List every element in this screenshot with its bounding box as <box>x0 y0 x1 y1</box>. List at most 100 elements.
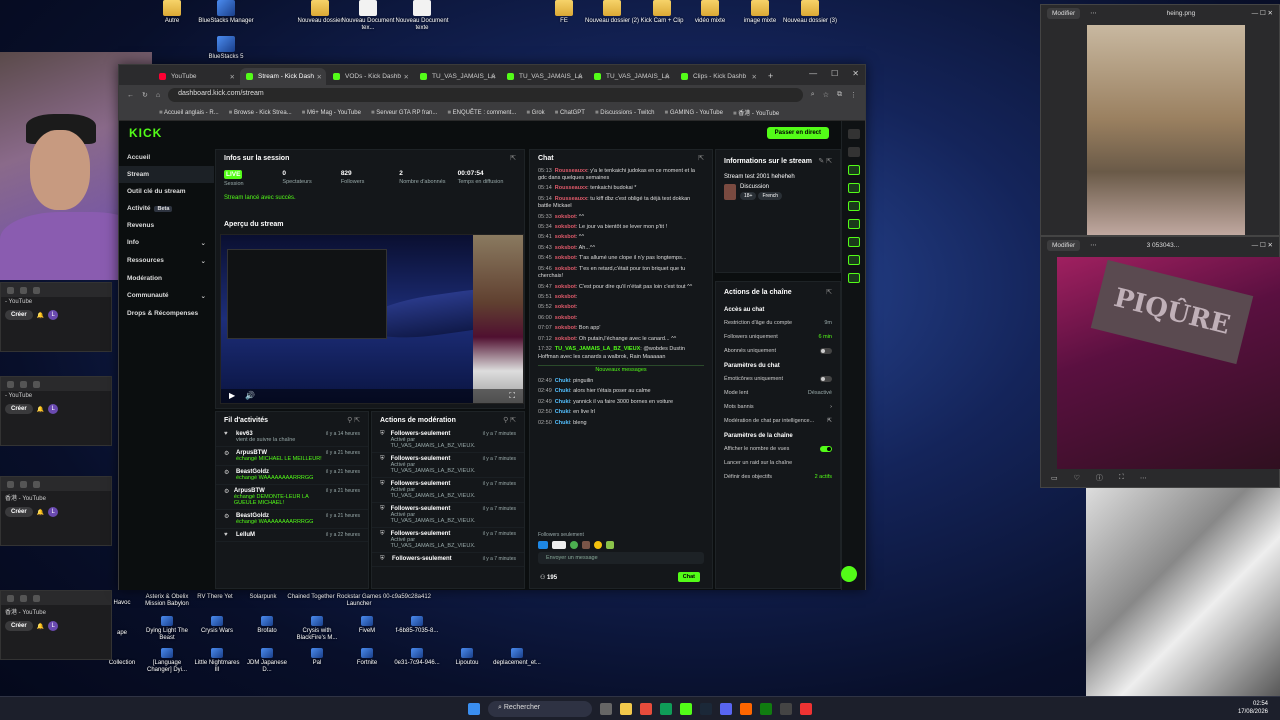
bookmark-item[interactable]: Serveur GTA RP fran... <box>371 110 437 116</box>
sidebar-item[interactable]: Accueil <box>119 149 214 166</box>
kick-logo[interactable]: KICK <box>129 126 162 140</box>
chat-username[interactable]: soksbot <box>555 315 576 321</box>
clip-icon[interactable] <box>847 255 860 265</box>
toggle-switch[interactable] <box>820 376 832 382</box>
more-icon[interactable]: ⋯ <box>1140 474 1147 482</box>
toggle-switch[interactable] <box>820 446 832 452</box>
chat-username[interactable]: Chuki <box>555 420 570 426</box>
setting-row[interactable]: Mode lent Désactivé <box>716 386 840 400</box>
browser-tab[interactable]: VODs - Kick Dashb ✕ <box>327 68 413 85</box>
grid-icon[interactable] <box>7 480 14 488</box>
desktop-icon[interactable]: JDM Japanese D... <box>242 648 292 674</box>
pen-icon[interactable] <box>847 147 860 157</box>
tools-icon[interactable] <box>847 273 860 283</box>
browser-tab[interactable]: Clips - Kick Dashb ✕ <box>675 68 761 85</box>
bookmark-item[interactable]: GAMING - YouTube <box>665 110 723 116</box>
settings-icon[interactable] <box>847 129 860 139</box>
chat-message[interactable]: 05:47 soksbot: C'est pour dire qu'il n'ét… <box>530 282 712 292</box>
browser-tab[interactable]: TU_VAS_JAMAIS_LA ✕ <box>414 68 500 85</box>
lightning-icon[interactable] <box>847 183 860 193</box>
desktop-icon[interactable]: Nouveau dossier (3) <box>780 0 840 25</box>
desktop-icon[interactable]: Solarpunk <box>238 594 288 601</box>
new-tab-button[interactable]: + <box>768 71 773 81</box>
chat-username[interactable]: Rousseauxx <box>555 196 587 202</box>
sidebar-item[interactable]: Info ⌄ <box>119 234 214 252</box>
window-controls-icon[interactable]: — ☐ ✕ <box>1252 241 1273 249</box>
chat-message[interactable]: 06:00 soksbot: <box>530 313 712 323</box>
system-clock[interactable]: 02:54 17/08/2026 <box>1238 701 1268 717</box>
bell-icon[interactable]: 🔔 <box>37 312 44 319</box>
desktop-icon[interactable]: Collection <box>100 660 144 667</box>
mini-tab-title[interactable]: - YouTube <box>1 391 111 401</box>
desktop-icon[interactable]: Nouveau Document tex... <box>338 0 398 32</box>
chat-message[interactable]: 02:50 Chuki: bleng <box>530 418 712 428</box>
settings-icon[interactable] <box>20 594 27 602</box>
heart-icon[interactable]: ♡ <box>1074 474 1080 482</box>
extensions-icon[interactable]: ⧉ <box>837 91 842 99</box>
setting-row[interactable]: Définir des objectifs 2 actifs <box>716 470 840 484</box>
chat-username[interactable]: soksbot <box>555 214 576 220</box>
desktop-icon[interactable]: f-6b85-7035-8... <box>392 616 442 635</box>
sidebar-item[interactable]: Stream <box>119 166 214 183</box>
avatar[interactable]: L <box>48 404 59 414</box>
create-button[interactable]: Créer <box>5 310 33 320</box>
bookmark-star-icon[interactable]: ☆ <box>823 91 829 99</box>
setting-row[interactable]: Afficher le nombre de vues <box>716 442 840 456</box>
chat-username[interactable]: TU_VAS_JAMAIS_LA_BZ_VIEUX <box>555 346 640 352</box>
windows-start-icon[interactable] <box>468 702 480 715</box>
create-button[interactable]: Créer <box>5 507 33 517</box>
desktop-icon[interactable]: Crysis with BlackFire's M... <box>292 616 342 642</box>
settings-icon[interactable] <box>20 480 27 488</box>
setting-row[interactable]: Lancer un raid sur la chaîne <box>716 456 840 470</box>
obs-icon[interactable] <box>740 702 752 715</box>
chat-bubble-icon[interactable] <box>847 219 860 229</box>
kick-icon[interactable] <box>680 702 692 715</box>
popout-icon[interactable]: ⇱ <box>698 154 704 162</box>
reload-icon[interactable]: ↻ <box>142 91 148 99</box>
bell-icon[interactable]: 🔔 <box>37 406 44 413</box>
screen-icon[interactable]: ▭ <box>1051 474 1058 482</box>
chat-message[interactable]: 17:32 TU_VAS_JAMAIS_LA_BZ_VIEUX: @wobdes … <box>530 345 712 363</box>
url-field[interactable]: dashboard.kick.com/stream <box>168 88 803 102</box>
taskview-icon[interactable] <box>600 702 612 715</box>
setting-row[interactable]: Émoticônes uniquement <box>716 372 840 386</box>
menu-icon[interactable]: ⋮ <box>850 91 857 99</box>
desktop-icon[interactable]: Rockstar Games Launcher <box>334 594 384 608</box>
chat-username[interactable]: Chuki <box>555 388 570 394</box>
close-tab-icon[interactable]: ✕ <box>230 73 235 81</box>
chat-username[interactable]: soksbot <box>555 284 576 290</box>
avatar[interactable]: L <box>48 310 59 320</box>
chat-username[interactable]: soksbot <box>555 234 576 240</box>
external-link-icon[interactable]: ⇱ <box>826 288 832 296</box>
browser-tab[interactable]: Stream - Kick Dash ✕ <box>240 68 326 85</box>
zoom-icon[interactable]: ⌕ <box>811 91 815 99</box>
create-button[interactable]: Créer <box>5 404 33 414</box>
close-tab-icon[interactable]: ✕ <box>752 73 757 81</box>
play-icon[interactable]: ▶ <box>229 391 235 400</box>
chevron-down-icon[interactable]: ⌄ <box>201 292 206 300</box>
mini-tab-title[interactable]: 香港 - YouTube <box>1 491 111 504</box>
list-icon[interactable] <box>847 201 860 211</box>
edit-icon[interactable]: ✎ ⇱ <box>818 157 832 165</box>
desktop-icon[interactable]: deplacement_et... <box>492 648 542 667</box>
chat-username[interactable]: soksbot <box>555 255 576 261</box>
chat-message[interactable]: 02:49 Chuki: alors hier t'étais poser au … <box>530 387 712 397</box>
desktop-icon[interactable]: [Language Changer] Dyi... <box>142 648 192 674</box>
steam-icon[interactable] <box>700 702 712 715</box>
shield-icon[interactable] <box>847 165 860 175</box>
chat-username[interactable]: soksbot <box>555 304 576 310</box>
discord-icon[interactable] <box>720 702 732 715</box>
bookmark-item[interactable]: Grok <box>526 110 545 116</box>
chat-message[interactable]: 02:50 Chuki: en live lrl <box>530 408 712 418</box>
desktop-icon[interactable]: Crysis Wars <box>192 616 242 635</box>
edit-button[interactable]: Modifier <box>1047 7 1081 19</box>
desktop-icon[interactable]: Pal <box>292 648 342 667</box>
grid-icon[interactable] <box>7 380 14 388</box>
desktop-icon[interactable]: Autre <box>142 0 202 25</box>
close-tab-icon[interactable]: ✕ <box>317 73 322 81</box>
chat-username[interactable]: Chuki <box>555 399 570 405</box>
app-icon[interactable] <box>800 702 812 715</box>
external-link-icon[interactable]: ⇱ <box>510 154 516 162</box>
chat-message[interactable]: 05:46 soksbot: T'es en retard,c'était pou… <box>530 264 712 282</box>
desktop-icon[interactable]: RV There Yet <box>190 594 240 601</box>
